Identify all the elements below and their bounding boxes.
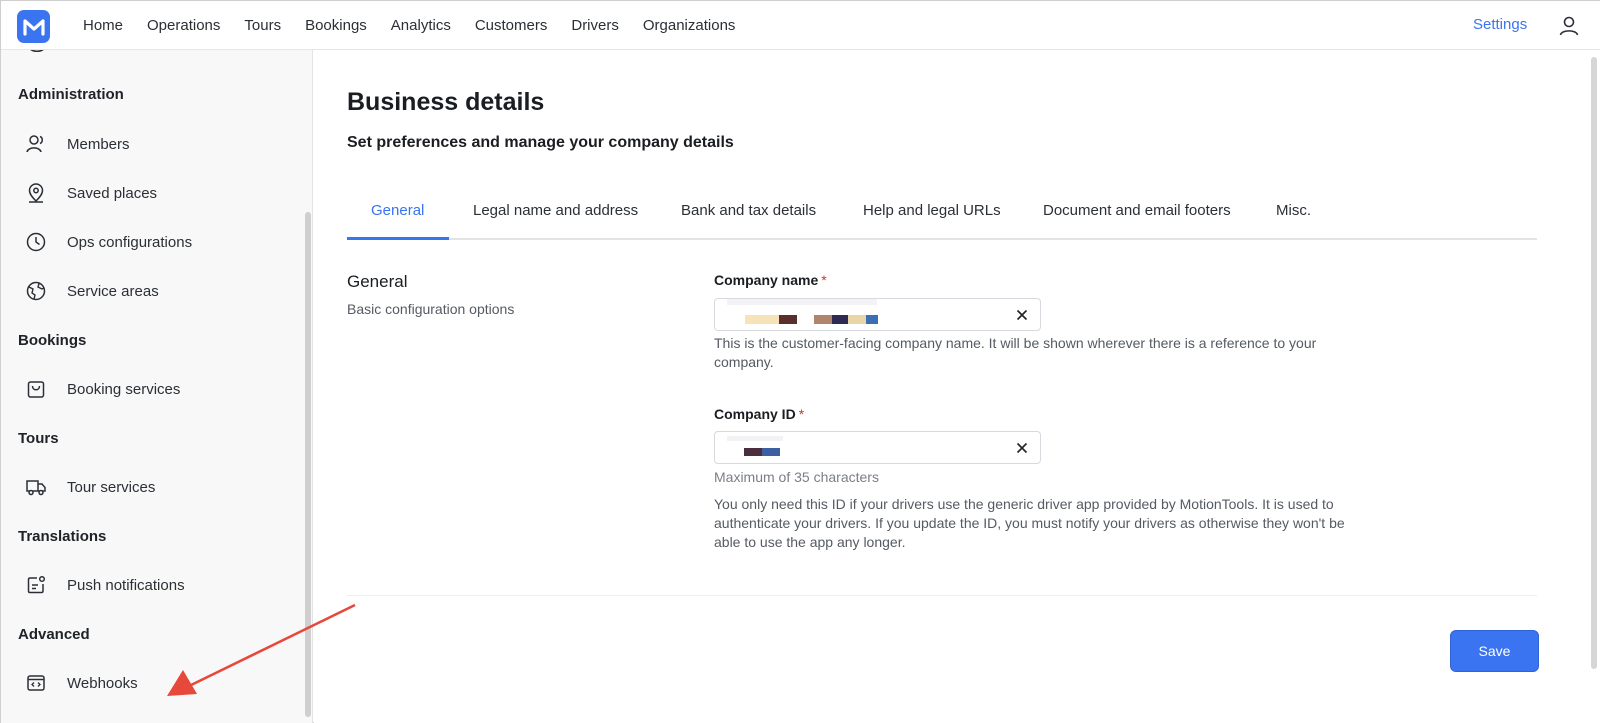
- notification-icon: [25, 574, 47, 596]
- company-name-label: Company name *: [714, 272, 827, 288]
- sidebar-item-push-notifications[interactable]: Push notifications: [25, 571, 185, 599]
- top-navigation-bar: Home Operations Tours Bookings Analytics…: [1, 1, 1600, 50]
- sidebar-item-label: Webhooks: [67, 674, 138, 692]
- location-pin-icon: [25, 182, 47, 204]
- sidebar-item-label: Ops configurations: [67, 233, 193, 251]
- tab-legal-name-and-address[interactable]: Legal name and address: [473, 202, 638, 219]
- sidebar-item-members[interactable]: Members: [25, 130, 130, 158]
- nav-home[interactable]: Home: [83, 17, 123, 34]
- section-description: Basic configuration options: [347, 301, 515, 317]
- settings-tabs: General Legal name and address Bank and …: [347, 190, 1537, 240]
- company-id-input[interactable]: [714, 431, 1041, 464]
- page-subtitle: Set preferences and manage your company …: [347, 134, 734, 151]
- sidebar-item-label: Push notifications: [67, 576, 185, 594]
- sidebar-item-label: Booking services: [67, 380, 181, 398]
- sidebar-item-ops-configurations[interactable]: Ops configurations: [25, 228, 192, 256]
- company-name-help-text: This is the customer-facing company name…: [714, 335, 1317, 370]
- sidebar-item-saved-places[interactable]: Saved places: [25, 179, 157, 207]
- nav-analytics[interactable]: Analytics: [391, 17, 451, 34]
- save-button[interactable]: Save: [1450, 630, 1539, 672]
- clear-icon[interactable]: [1014, 307, 1030, 323]
- tab-document-and-email-footers[interactable]: Document and email footers: [1043, 202, 1231, 219]
- tab-bank-and-tax-details[interactable]: Bank and tax details: [681, 202, 816, 219]
- sidebar-item-label: Saved places: [67, 184, 158, 202]
- company-id-help-text: You only need this ID if your drivers us…: [714, 496, 1345, 550]
- shopping-bag-icon: [25, 378, 47, 400]
- nav-tours[interactable]: Tours: [244, 17, 281, 34]
- required-marker: *: [798, 406, 805, 422]
- app-logo[interactable]: [17, 10, 50, 43]
- settings-sidebar: Administration Members Saved places Ops …: [1, 50, 313, 723]
- required-marker: *: [821, 272, 827, 288]
- section-title: General: [347, 272, 408, 291]
- nav-customers[interactable]: Customers: [475, 17, 548, 34]
- sidebar-item-tour-services[interactable]: Tour services: [25, 473, 155, 501]
- sidebar-section-administration: Administration: [18, 86, 124, 103]
- user-account-icon[interactable]: [1558, 15, 1580, 37]
- active-tab-indicator: [347, 237, 449, 240]
- section-divider: [347, 595, 1537, 596]
- sidebar-item-label: Service areas: [67, 282, 159, 300]
- tab-general[interactable]: General: [371, 202, 424, 219]
- sidebar-section-translations: Translations: [18, 528, 107, 545]
- nav-organizations[interactable]: Organizations: [643, 17, 736, 34]
- nav-settings[interactable]: Settings: [1473, 16, 1527, 33]
- nav-operations[interactable]: Operations: [147, 17, 220, 34]
- sidebar-item-service-areas[interactable]: Service areas: [25, 277, 159, 305]
- sidebar-section-bookings: Bookings: [18, 332, 87, 349]
- main-nav: Home Operations Tours Bookings Analytics…: [83, 1, 759, 50]
- nav-drivers[interactable]: Drivers: [571, 17, 619, 34]
- sidebar-item-booking-services[interactable]: Booking services: [25, 375, 180, 403]
- logo-m-icon: [22, 18, 45, 36]
- nav-bookings[interactable]: Bookings: [305, 17, 367, 34]
- tab-help-and-legal-urls[interactable]: Help and legal URLs: [863, 202, 1001, 219]
- redacted-value: [727, 299, 878, 324]
- sidebar-item-label: Tour services: [67, 478, 156, 496]
- company-id-hint: Maximum of 35 characters: [714, 469, 879, 485]
- page-title: Business details: [347, 88, 545, 116]
- clock-icon: [25, 231, 47, 253]
- sidebar-section-advanced: Advanced: [18, 626, 90, 643]
- business-details-panel: Business details Set preferences and man…: [314, 50, 1600, 723]
- sidebar-item-webhooks[interactable]: Webhooks: [25, 669, 138, 697]
- tab-misc[interactable]: Misc.: [1276, 202, 1311, 219]
- redacted-value: [727, 436, 783, 456]
- cut-off-item-icon: [30, 50, 44, 53]
- truck-icon: [25, 476, 47, 498]
- company-id-label: Company ID *: [714, 406, 805, 422]
- sidebar-scrollbar[interactable]: [305, 212, 311, 717]
- main-scrollbar[interactable]: [1591, 57, 1597, 669]
- members-icon: [25, 133, 47, 155]
- clear-icon[interactable]: [1014, 440, 1030, 456]
- sidebar-section-tours: Tours: [18, 430, 59, 447]
- globe-icon: [25, 280, 47, 302]
- company-name-input[interactable]: [714, 298, 1041, 331]
- sidebar-item-label: Members: [67, 135, 130, 153]
- webhooks-code-window-icon: [25, 672, 47, 694]
